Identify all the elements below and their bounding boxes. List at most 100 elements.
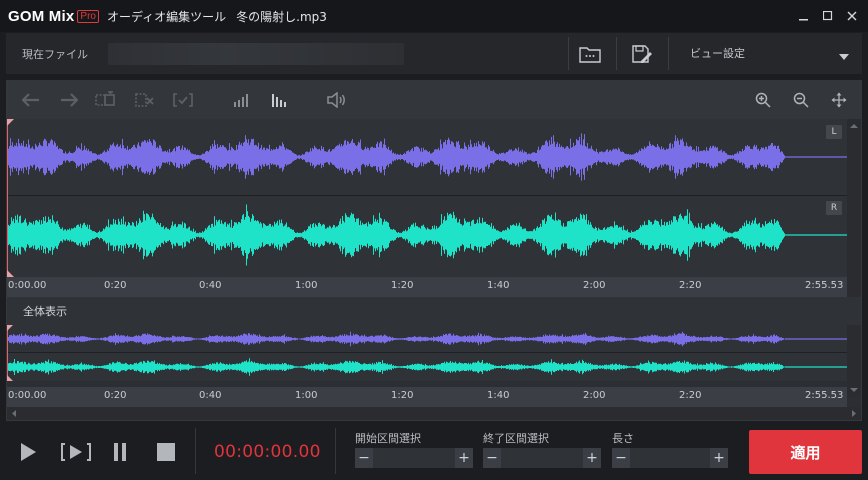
- current-file-label: 現在ファイル: [22, 47, 88, 61]
- ruler-tick: 0:20: [104, 280, 127, 291]
- right-channel[interactable]: R: [7, 196, 847, 274]
- scroll-up-icon[interactable]: [847, 121, 861, 131]
- fade-out-icon[interactable]: [267, 88, 291, 112]
- overview-right-waveform: [7, 358, 847, 376]
- play-icon[interactable]: [14, 438, 42, 466]
- end-plus-button[interactable]: +: [583, 448, 601, 468]
- length-minus-button[interactable]: −: [612, 448, 630, 468]
- length-plus-button[interactable]: +: [710, 448, 728, 468]
- folder-icon[interactable]: [578, 42, 602, 66]
- end-minus-button[interactable]: −: [483, 448, 501, 468]
- scroll-left-icon[interactable]: [9, 407, 19, 420]
- ruler-tick: 1:20: [391, 390, 414, 401]
- view-settings-label: ビュー設定: [690, 47, 745, 60]
- title-bar: GOM Mix Pro オーディオ編集ツール 冬の陽射し.mp3: [0, 0, 868, 32]
- end-marker-icon[interactable]: [7, 269, 15, 277]
- ruler-tick: 1:00: [295, 390, 318, 401]
- pause-icon[interactable]: [106, 438, 134, 466]
- save-edit-icon[interactable]: [630, 42, 654, 66]
- divider: [195, 428, 196, 474]
- overview-start-marker-icon[interactable]: [7, 325, 14, 332]
- ruler-tick: 0:40: [199, 280, 222, 291]
- current-file-path: [108, 42, 404, 65]
- cut-icon[interactable]: [93, 88, 117, 112]
- right-channel-waveform: [7, 204, 847, 266]
- zoom-in-icon[interactable]: [751, 88, 775, 112]
- ruler-tick: 1:40: [487, 280, 510, 291]
- edit-toolbar: [7, 81, 861, 119]
- app-title: オーディオ編集ツール: [106, 9, 227, 24]
- overview-playhead[interactable]: [7, 325, 8, 381]
- zoom-out-icon[interactable]: [789, 88, 813, 112]
- ruler-tick: 0:20: [104, 390, 127, 401]
- length-label: 長さ: [612, 432, 634, 445]
- redo-icon[interactable]: [57, 88, 81, 112]
- ruler-tick: 0:40: [199, 390, 222, 401]
- left-channel-waveform: [7, 133, 847, 181]
- channel-left-badge: L: [826, 125, 842, 139]
- start-selection-stepper: − +: [355, 448, 473, 468]
- playback-time: 00:00:00.00: [214, 442, 321, 462]
- scroll-down-icon[interactable]: [847, 385, 861, 395]
- fade-in-icon[interactable]: [229, 88, 253, 112]
- divider: [568, 37, 569, 70]
- left-channel[interactable]: L: [7, 119, 847, 196]
- ruler-tick: 2:00: [583, 280, 606, 291]
- ruler-tick: 2:55.53: [805, 280, 844, 291]
- ruler-tick: 2:20: [679, 390, 702, 401]
- vertical-scrollbar[interactable]: [847, 119, 861, 397]
- ruler-tick: 1:20: [391, 280, 414, 291]
- end-selection-stepper: − +: [483, 448, 601, 468]
- overview-header: 全体表示: [7, 297, 861, 325]
- ruler-tick: 1:40: [487, 390, 510, 401]
- apply-button[interactable]: 適用: [749, 430, 862, 474]
- file-bar: 現在ファイル ビュー設定: [6, 33, 862, 74]
- view-settings-select[interactable]: ビュー設定: [682, 41, 854, 65]
- length-input[interactable]: [630, 448, 710, 468]
- channel-right-badge: R: [826, 201, 842, 215]
- trim-icon[interactable]: [171, 88, 195, 112]
- horizontal-scrollbar[interactable]: [7, 407, 861, 420]
- start-minus-button[interactable]: −: [355, 448, 373, 468]
- overview-left-waveform: [7, 331, 847, 353]
- chevron-down-icon: [838, 47, 850, 66]
- maximize-icon[interactable]: [816, 4, 840, 28]
- minimize-icon[interactable]: [792, 4, 816, 28]
- pro-badge: Pro: [77, 9, 99, 23]
- end-selection-label: 終了区間選択: [483, 432, 549, 445]
- overview-waveform-area[interactable]: [7, 325, 847, 381]
- window-controls: [792, 0, 864, 32]
- transport-bar: 00:00:00.00 開始区間選択 − + 終了区間選択 − + 長さ − +…: [0, 422, 868, 480]
- main-time-ruler[interactable]: 0:00.00 0:20 0:40 1:00 1:20 1:40 2:00 2:…: [7, 277, 847, 297]
- length-stepper: − +: [612, 448, 728, 468]
- divider: [668, 37, 669, 70]
- playhead[interactable]: [7, 119, 8, 277]
- scroll-right-icon[interactable]: [849, 407, 859, 420]
- end-selection-input[interactable]: [501, 448, 583, 468]
- ruler-tick: 2:55.53: [805, 390, 844, 401]
- start-plus-button[interactable]: +: [455, 448, 473, 468]
- file-title: 冬の陽射し.mp3: [236, 9, 327, 24]
- play-selection-icon[interactable]: [58, 438, 94, 466]
- ruler-tick: 2:20: [679, 280, 702, 291]
- ruler-tick: 0:00.00: [8, 390, 47, 401]
- stop-icon[interactable]: [152, 438, 180, 466]
- ruler-tick: 1:00: [295, 280, 318, 291]
- volume-icon[interactable]: [325, 88, 349, 112]
- undo-icon[interactable]: [19, 88, 43, 112]
- overview-time-ruler[interactable]: 0:00.00 0:20 0:40 1:00 1:20 1:40 2:00 2:…: [7, 387, 847, 407]
- divider: [616, 37, 617, 70]
- ruler-tick: 2:00: [583, 390, 606, 401]
- waveform-area[interactable]: L R: [7, 119, 847, 277]
- start-marker-icon[interactable]: [7, 119, 15, 127]
- close-icon[interactable]: [840, 4, 864, 28]
- overview-end-marker-icon[interactable]: [7, 374, 14, 381]
- app-logo: GOM Mix: [8, 7, 75, 25]
- editor-panel: L R 0:00.00 0:20 0:40 1:00 1:20 1:40 2:0…: [6, 80, 862, 421]
- fit-icon[interactable]: [827, 88, 851, 112]
- start-selection-input[interactable]: [373, 448, 455, 468]
- delete-selection-icon[interactable]: [133, 88, 157, 112]
- divider: [335, 428, 336, 474]
- start-selection-label: 開始区間選択: [355, 432, 421, 445]
- ruler-tick: 0:00.00: [8, 280, 47, 291]
